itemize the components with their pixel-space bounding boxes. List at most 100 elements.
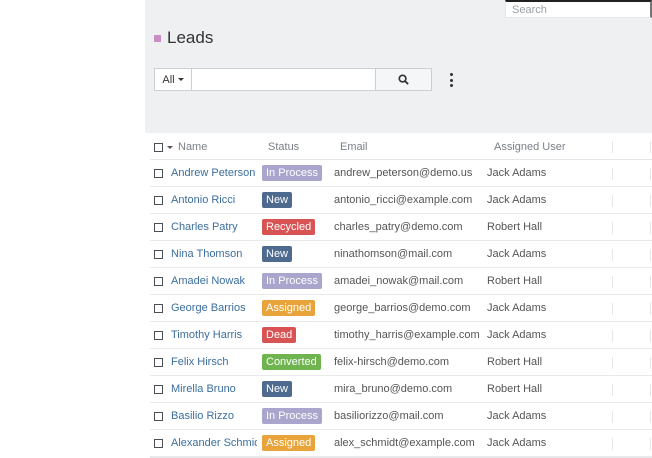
row-checkbox[interactable]: [154, 412, 163, 421]
table-row: Basilio Rizzo In Process basiliorizzo@mail…: [150, 403, 652, 430]
status-badge: In Process: [262, 273, 322, 289]
row-checkbox[interactable]: [154, 385, 163, 394]
table-row: George Barrios Assigned george_barrios@dem…: [150, 295, 652, 322]
column-divider: [650, 384, 651, 396]
page: Leads All Name Status Email Assigned Use…: [0, 0, 652, 458]
email-value[interactable]: felix-hirsch@demo.com: [334, 356, 482, 368]
email-value[interactable]: antonio_ricci@example.com: [334, 194, 482, 206]
table-row: Alexander Schmidt Assigned alex_schmidt@ex…: [150, 430, 652, 457]
column-header-email[interactable]: Email: [340, 141, 368, 153]
row-checkbox[interactable]: [154, 196, 163, 205]
table-row: Charles Patry Recycled charles_patry@demo.…: [150, 214, 652, 241]
column-divider: [612, 141, 613, 153]
assigned-user-value[interactable]: Robert Hall: [487, 383, 542, 395]
status-badge: In Process: [262, 408, 322, 424]
table-row: Amadei Nowak In Process amadei_nowak@mail.…: [150, 268, 652, 295]
page-title: Leads: [167, 28, 214, 47]
lead-name-link[interactable]: Basilio Rizzo: [171, 410, 257, 422]
lead-name-link[interactable]: Felix Hirsch: [171, 356, 257, 368]
table-row: Mirella Bruno New mira_bruno@demo.com Rober…: [150, 376, 652, 403]
search-icon: [398, 74, 409, 85]
column-header-status[interactable]: Status: [268, 141, 299, 153]
column-divider: [612, 222, 613, 234]
email-value[interactable]: charles_patry@demo.com: [334, 221, 482, 233]
lead-name-link[interactable]: Mirella Bruno: [171, 383, 257, 395]
global-search-input[interactable]: [505, 0, 652, 18]
column-header-name[interactable]: Name: [178, 141, 207, 153]
filter-all-dropdown[interactable]: All: [154, 68, 191, 91]
filter-search-input[interactable]: [191, 68, 376, 91]
lead-name-link[interactable]: Charles Patry: [171, 221, 257, 233]
assigned-user-value[interactable]: Robert Hall: [487, 221, 542, 233]
assigned-user-value[interactable]: Jack Adams: [487, 194, 546, 206]
table-body: Andrew Peterson In Process andrew_peterson…: [150, 160, 652, 457]
assigned-user-value[interactable]: Jack Adams: [487, 329, 546, 341]
select-menu-caret-icon[interactable]: [167, 146, 173, 149]
column-divider: [612, 438, 613, 450]
lead-name-link[interactable]: Andrew Peterson: [171, 167, 257, 179]
select-all-checkbox[interactable]: [154, 143, 163, 152]
leads-table: Name Status Email Assigned User Andrew P…: [150, 133, 652, 457]
email-value[interactable]: alex_schmidt@example.com: [334, 437, 482, 449]
lead-name-link[interactable]: Timothy Harris: [171, 329, 257, 341]
row-checkbox[interactable]: [154, 439, 163, 448]
column-divider: [612, 168, 613, 180]
row-checkbox[interactable]: [154, 223, 163, 232]
status-badge: New: [262, 192, 293, 208]
header-panel: [145, 0, 652, 133]
column-divider: [650, 141, 651, 153]
assigned-user-value[interactable]: Jack Adams: [487, 410, 546, 422]
column-divider: [650, 357, 651, 369]
column-header-assigned-user[interactable]: Assigned User: [494, 141, 566, 153]
filter-bar: All: [154, 68, 432, 91]
column-divider: [650, 195, 651, 207]
more-options-icon[interactable]: [447, 73, 455, 87]
table-row: Timothy Harris Dead timothy_harris@example…: [150, 322, 652, 349]
email-value[interactable]: andrew_peterson@demo.us: [334, 167, 482, 179]
status-badge: Recycled: [262, 219, 316, 235]
email-value[interactable]: basiliorizzo@mail.com: [334, 410, 482, 422]
assigned-user-value[interactable]: Jack Adams: [487, 167, 546, 179]
row-checkbox[interactable]: [154, 331, 163, 340]
search-button[interactable]: [376, 68, 432, 91]
column-divider: [650, 249, 651, 261]
lead-name-link[interactable]: Nina Thomson: [171, 248, 257, 260]
row-checkbox[interactable]: [154, 304, 163, 313]
lead-name-link[interactable]: Antonio Ricci: [171, 194, 257, 206]
column-divider: [612, 411, 613, 423]
row-checkbox[interactable]: [154, 358, 163, 367]
column-divider: [612, 384, 613, 396]
column-divider: [612, 357, 613, 369]
email-value[interactable]: ninathomson@mail.com: [334, 248, 482, 260]
email-value[interactable]: mira_bruno@demo.com: [334, 383, 482, 395]
table-row: Andrew Peterson In Process andrew_peterson…: [150, 160, 652, 187]
assigned-user-value[interactable]: Robert Hall: [487, 275, 542, 287]
assigned-user-value[interactable]: Jack Adams: [487, 248, 546, 260]
email-value[interactable]: george_barrios@demo.com: [334, 302, 482, 314]
column-divider: [650, 330, 651, 342]
status-badge: Assigned: [262, 300, 316, 316]
filter-all-label: All: [162, 73, 175, 86]
assigned-user-value[interactable]: Robert Hall: [487, 356, 542, 368]
assigned-user-value[interactable]: Jack Adams: [487, 302, 546, 314]
column-divider: [650, 222, 651, 234]
column-divider: [650, 438, 651, 450]
row-checkbox[interactable]: [154, 250, 163, 259]
status-badge: In Process: [262, 165, 322, 181]
lead-name-link[interactable]: George Barrios: [171, 302, 257, 314]
column-divider: [612, 195, 613, 207]
email-value[interactable]: amadei_nowak@mail.com: [334, 275, 482, 287]
status-badge: New: [262, 381, 293, 397]
column-divider: [612, 303, 613, 315]
column-divider: [650, 276, 651, 288]
row-checkbox[interactable]: [154, 277, 163, 286]
column-divider: [612, 249, 613, 261]
title-marker: [154, 34, 161, 42]
email-value[interactable]: timothy_harris@example.com: [334, 329, 482, 341]
status-badge: New: [262, 246, 293, 262]
lead-name-link[interactable]: Alexander Schmidt: [171, 437, 257, 449]
column-divider: [612, 330, 613, 342]
assigned-user-value[interactable]: Jack Adams: [487, 437, 546, 449]
row-checkbox[interactable]: [154, 169, 163, 178]
lead-name-link[interactable]: Amadei Nowak: [171, 275, 257, 287]
